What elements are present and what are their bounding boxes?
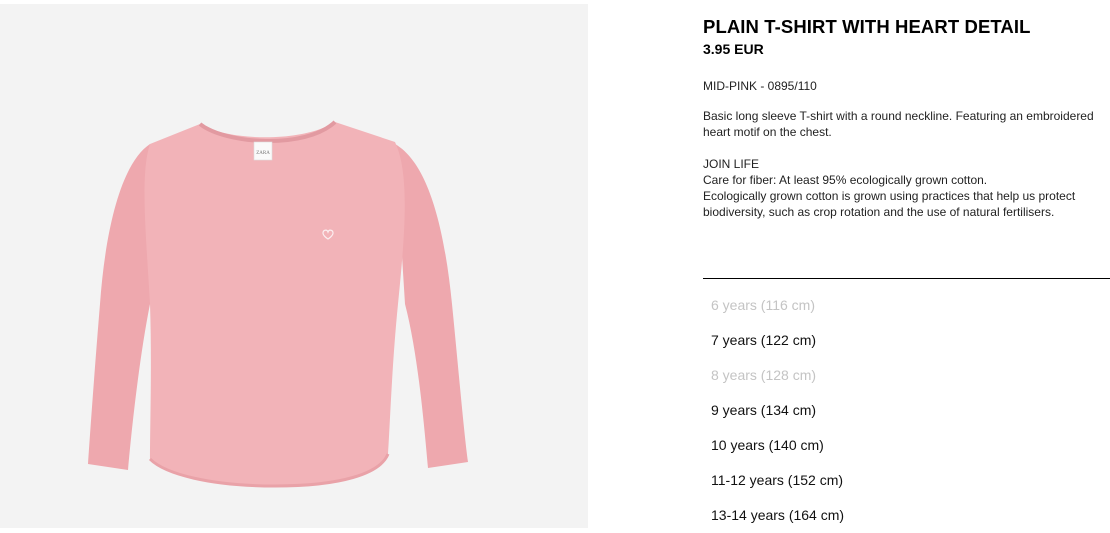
size-list: 6 years (116 cm) 7 years (122 cm) 8 year… [703, 288, 1110, 533]
label-text: ZARA [256, 151, 270, 156]
product-price: 3.95 EUR [703, 41, 764, 57]
product-info: PLAIN T-SHIRT WITH HEART DETAIL 3.95 EUR… [703, 16, 1110, 220]
join-life-care-text: Care for fiber: At least 95% ecologicall… [703, 173, 988, 187]
size-divider [703, 278, 1110, 279]
size-option-6-years: 6 years (116 cm) [711, 297, 815, 313]
right-sleeve [395, 144, 468, 468]
join-life-section: JOIN LIFE Care for fiber: At least 95% e… [703, 156, 1098, 220]
color-reference: MID-PINK - 0895/110 [703, 79, 817, 93]
shirt-body [144, 122, 405, 486]
size-option-7-years[interactable]: 7 years (122 cm) [703, 323, 1110, 358]
size-option-8-years: 8 years (128 cm) [711, 367, 817, 383]
product-description: Basic long sleeve T-shirt with a round n… [703, 109, 1094, 139]
join-life-heading: JOIN LIFE [703, 157, 760, 171]
size-option-10-years[interactable]: 10 years (140 cm) [703, 428, 1110, 463]
product-title: PLAIN T-SHIRT WITH HEART DETAIL [703, 16, 1031, 37]
product-image[interactable]: ZARA [0, 4, 588, 528]
size-option-11-12-years[interactable]: 11-12 years (152 cm) [703, 463, 1110, 498]
join-life-detail-text: Ecologically grown cotton is grown using… [703, 189, 1076, 219]
tshirt-illustration: ZARA [88, 120, 468, 488]
size-option-9-years[interactable]: 9 years (134 cm) [703, 393, 1110, 428]
left-sleeve [88, 144, 150, 470]
